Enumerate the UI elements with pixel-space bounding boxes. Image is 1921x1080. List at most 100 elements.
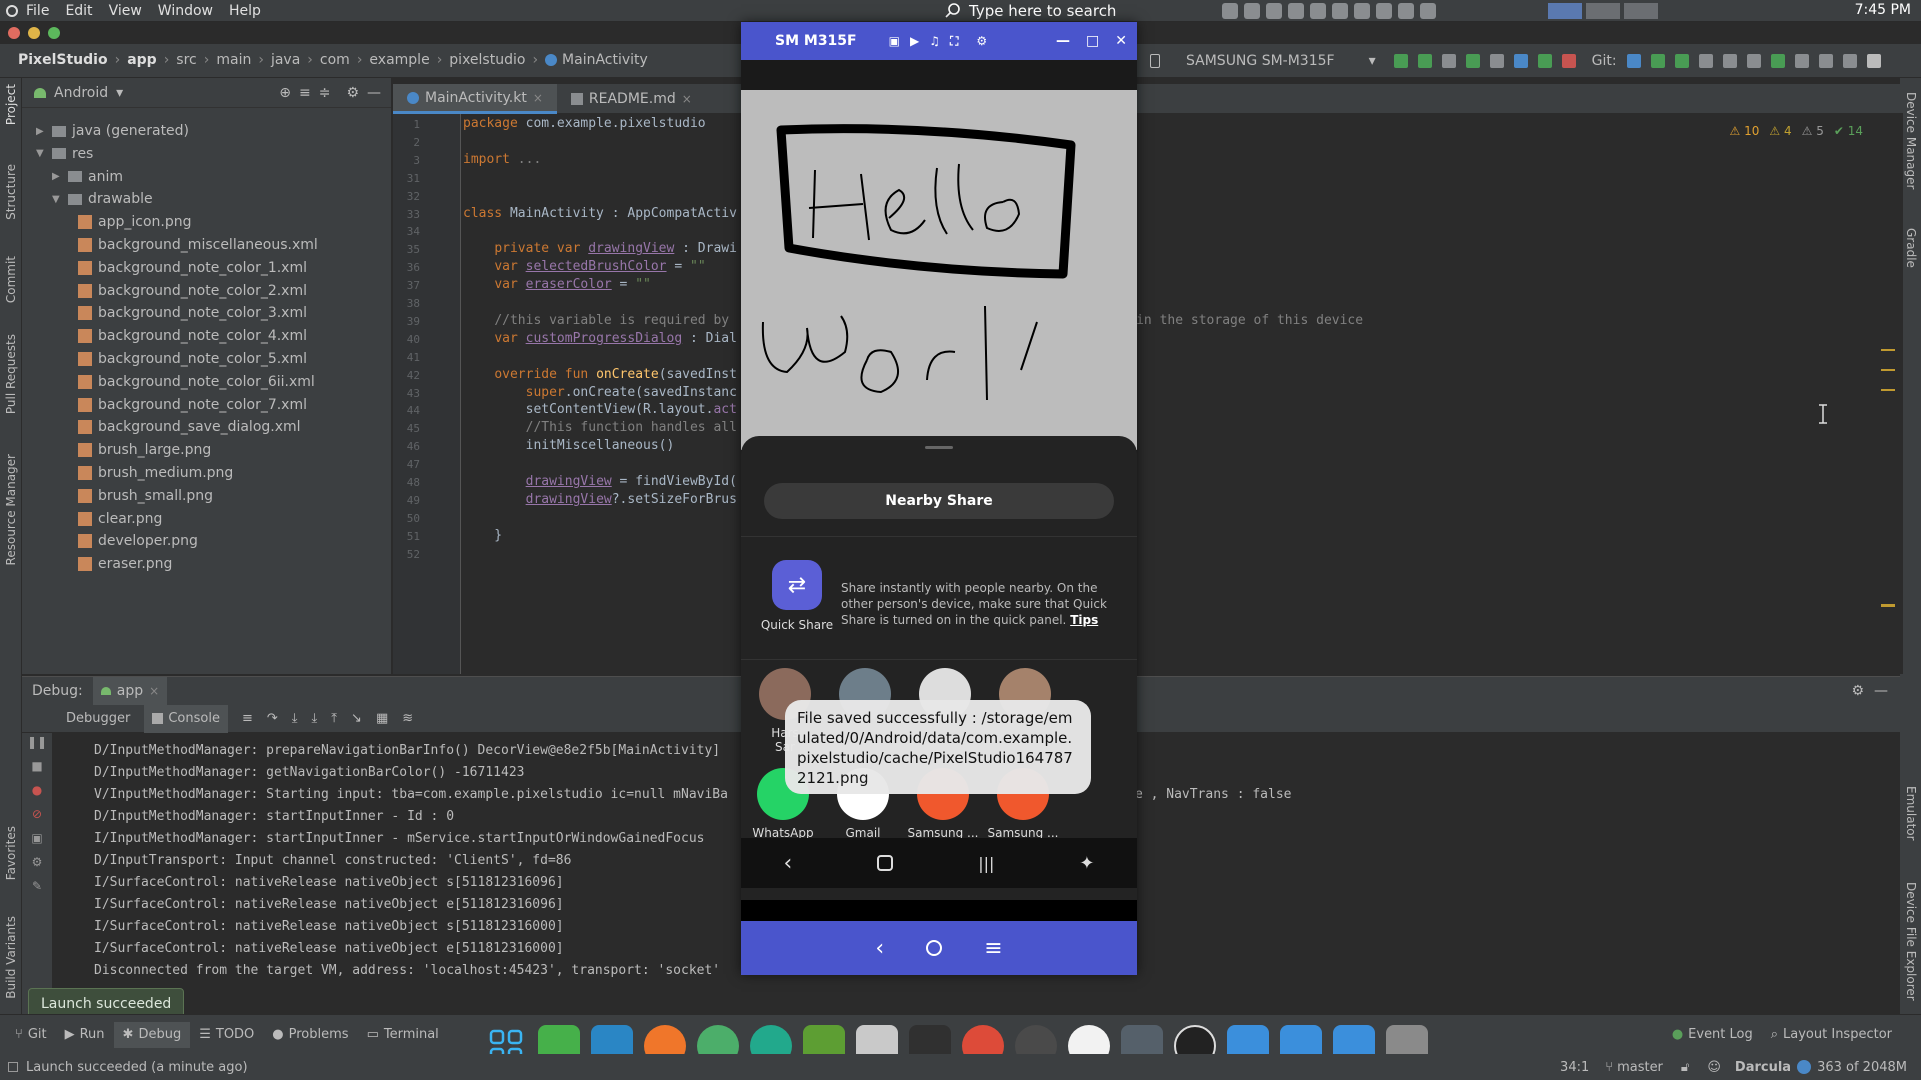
rollback-icon[interactable]: [1722, 54, 1737, 68]
accessibility-icon[interactable]: ✦: [1079, 853, 1094, 874]
battery-icon[interactable]: [1354, 3, 1370, 19]
scroll-marker[interactable]: [1881, 389, 1895, 391]
scroll-marker[interactable]: [1881, 369, 1895, 371]
status-toggle-icon[interactable]: [8, 1062, 18, 1072]
tree-item[interactable]: eraser.png: [78, 551, 172, 577]
tips-link[interactable]: Tips: [1070, 613, 1098, 627]
tool-tab-run[interactable]: ▶ Run: [56, 1022, 114, 1048]
trace-icon[interactable]: ≋: [402, 711, 413, 726]
avd-manager-icon[interactable]: [1770, 54, 1785, 68]
step-out-icon[interactable]: ⤒: [331, 711, 337, 726]
tool-tab-todo[interactable]: ☰ TODO: [190, 1022, 263, 1048]
tool-tab-layout-inspector[interactable]: ⌕ Layout Inspector: [1762, 1022, 1901, 1048]
tool-window-structure[interactable]: Structure: [4, 164, 18, 220]
chevron-down-icon[interactable]: ▼: [52, 194, 62, 205]
tool-window-device-file-explorer[interactable]: Device File Explorer: [1904, 882, 1918, 1001]
pause-icon[interactable]: ❚❚: [27, 735, 47, 749]
code-editor[interactable]: 1 2 3 31 32 33 34 35 36 37 38 39 40 41 42 43 44 45 46 47 48 4…: [393, 114, 1903, 674]
camera-icon[interactable]: ▣: [889, 34, 900, 49]
expand-all-icon[interactable]: ≡: [299, 85, 311, 101]
memory-indicator[interactable]: [1797, 1060, 1812, 1074]
tool-tab-git[interactable]: ⑂ Git: [6, 1022, 56, 1048]
project-view-selector[interactable]: Android: [54, 85, 108, 101]
chevron-down-icon[interactable]: ▾: [1369, 53, 1376, 69]
tool-tab-event-log[interactable]: ● Event Log: [1663, 1022, 1762, 1048]
drawing-canvas[interactable]: [741, 90, 1137, 450]
menu-file[interactable]: File: [26, 3, 49, 19]
profile-avatar-icon[interactable]: [1866, 54, 1881, 68]
scroll-marker[interactable]: [1881, 349, 1895, 351]
settings-icon[interactable]: [1842, 54, 1857, 68]
tab-readme[interactable]: README.md ×: [557, 84, 706, 114]
workspace-switcher[interactable]: [1548, 3, 1658, 19]
tool-window-favorites[interactable]: Favorites: [4, 826, 18, 880]
gear-icon[interactable]: ⚙: [346, 85, 359, 101]
tool-window-emulator[interactable]: Emulator: [1904, 786, 1918, 841]
menu-icon[interactable]: ≡: [242, 711, 253, 726]
breadcrumb-item[interactable]: example: [369, 52, 429, 68]
scroll-marker[interactable]: [1881, 604, 1895, 607]
apply-code-changes-icon[interactable]: [1417, 54, 1432, 68]
git-commit-icon[interactable]: [1650, 54, 1665, 68]
tool-tab-terminal[interactable]: ▭ Terminal: [358, 1022, 448, 1048]
breadcrumb-item[interactable]: PixelStudio: [18, 52, 108, 68]
headphones-icon[interactable]: ♫: [929, 34, 940, 49]
record-icon[interactable]: ▶: [910, 34, 919, 49]
menu-window[interactable]: Window: [158, 3, 213, 19]
locate-icon[interactable]: ⊕: [279, 85, 291, 101]
caret-position[interactable]: 34:1: [1560, 1060, 1589, 1075]
quick-share-button[interactable]: ⇄ Quick Share: [757, 560, 837, 632]
history-icon[interactable]: [1698, 54, 1713, 68]
coverage-icon[interactable]: [1489, 54, 1504, 68]
lock-icon[interactable]: 🔓︎: [1681, 1060, 1689, 1075]
maximize-window-button[interactable]: [48, 27, 60, 39]
back-icon[interactable]: ‹: [783, 851, 792, 876]
minimize-window-button[interactable]: [28, 27, 40, 39]
line-number-gutter[interactable]: 1 2 3 31 32 33 34 35 36 37 38 39 40 41 42 43 44 45 46 47 48 4…: [393, 114, 461, 674]
breadcrumb-item[interactable]: java: [271, 52, 300, 68]
git-branch[interactable]: master: [1617, 1060, 1663, 1075]
hide-panel-icon[interactable]: —: [367, 85, 381, 101]
phone-screen[interactable]: Nearby Share ⇄ Quick Share Share instant…: [741, 60, 1137, 900]
menu-edit[interactable]: Edit: [65, 3, 92, 19]
sdk-manager-icon[interactable]: [1794, 54, 1809, 68]
wifi-icon[interactable]: [1398, 3, 1414, 19]
close-icon[interactable]: ×: [682, 92, 692, 106]
clock[interactable]: 7:45 PM: [1855, 2, 1911, 18]
close-icon[interactable]: ×: [149, 684, 159, 698]
gear-icon[interactable]: ⚙: [1851, 683, 1864, 699]
status-message[interactable]: Launch succeeded (a minute ago): [26, 1060, 248, 1075]
pin-icon[interactable]: ✎: [32, 879, 42, 893]
debug-config-tab[interactable]: app ×: [92, 677, 168, 705]
gear-icon[interactable]: ⚙: [32, 855, 43, 869]
menu-icon[interactable]: ≡: [984, 936, 1002, 961]
tab-debugger[interactable]: Debugger: [66, 711, 130, 726]
recents-icon[interactable]: |||: [978, 854, 994, 873]
breadcrumb-item[interactable]: pixelstudio: [449, 52, 525, 68]
system-logo-icon[interactable]: [6, 4, 18, 17]
notification-icon[interactable]: [1244, 3, 1260, 19]
mute-breakpoints-icon[interactable]: ⊘: [32, 807, 42, 821]
tool-window-gradle[interactable]: Gradle: [1904, 228, 1918, 268]
force-step-into-icon[interactable]: ⤓: [312, 711, 318, 726]
breadcrumb-item[interactable]: src: [176, 52, 196, 68]
chevron-down-icon[interactable]: ▼: [36, 148, 46, 159]
back-icon[interactable]: ‹: [875, 936, 884, 961]
chevron-right-icon[interactable]: ▶: [36, 126, 46, 137]
collapse-all-icon[interactable]: ≑: [319, 85, 331, 101]
menu-view[interactable]: View: [109, 3, 142, 19]
close-icon[interactable]: ✕: [1115, 33, 1127, 49]
close-icon[interactable]: ×: [533, 91, 543, 105]
close-window-button[interactable]: [8, 27, 20, 39]
run-to-cursor-icon[interactable]: ↘: [351, 711, 362, 726]
maximize-icon[interactable]: □: [1086, 33, 1099, 49]
apply-changes-icon[interactable]: [1393, 54, 1408, 68]
breadcrumb-item[interactable]: main: [216, 52, 251, 68]
search-icon[interactable]: [1818, 54, 1833, 68]
volume-icon[interactable]: [1376, 3, 1392, 19]
tool-window-resource-manager[interactable]: Resource Manager: [4, 454, 18, 565]
git-push-icon[interactable]: [1674, 54, 1689, 68]
step-over-icon[interactable]: ↷: [267, 711, 278, 726]
tool-window-project[interactable]: Project: [4, 84, 18, 125]
tab-console[interactable]: Console: [144, 704, 228, 733]
